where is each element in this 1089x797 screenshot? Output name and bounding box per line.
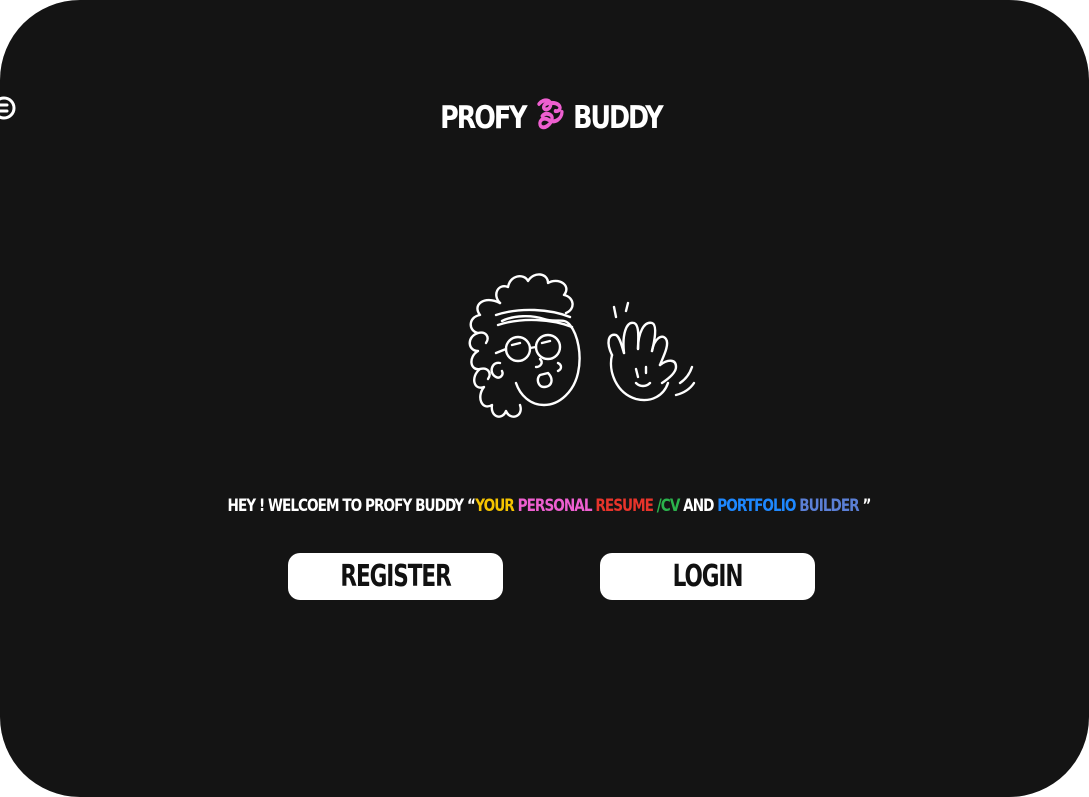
pink-squiggle-logo-mark-icon bbox=[536, 98, 564, 130]
waving-character-illustration-icon bbox=[468, 273, 696, 418]
app-screen: PROFY BUDDY HEY ! WELCOEM TO PROFY BUDDY… bbox=[0, 0, 1089, 797]
welcome-word-cv: /CV bbox=[656, 496, 681, 516]
welcome-word-builder: BUILDER bbox=[799, 496, 859, 516]
register-button-label: REGISTER bbox=[340, 559, 451, 594]
brand-logo[interactable]: PROFY BUDDY bbox=[104, 96, 997, 140]
brand-name-left: PROFY bbox=[440, 100, 527, 136]
welcome-word-and: AND bbox=[683, 496, 714, 516]
login-button[interactable]: LOGIN bbox=[600, 553, 815, 600]
login-button-label: LOGIN bbox=[672, 559, 744, 594]
welcome-word-personal: PERSONAL bbox=[517, 496, 593, 516]
welcome-suffix: ” bbox=[858, 496, 871, 516]
welcome-word-your: YOUR bbox=[475, 496, 515, 516]
welcome-word-resume: RESUME bbox=[595, 496, 654, 516]
welcome-prefix: HEY ! WELCOEM TO PROFY BUDDY “ bbox=[227, 496, 477, 516]
welcome-word-portfolio: PORTFOLIO bbox=[717, 496, 796, 516]
register-button[interactable]: REGISTER bbox=[288, 553, 503, 600]
welcome-message: HEY ! WELCOEM TO PROFY BUDDY “YOUR PERSO… bbox=[113, 492, 984, 520]
partial-circle-icon[interactable] bbox=[0, 94, 18, 122]
brand-name-right: BUDDY bbox=[573, 100, 664, 136]
